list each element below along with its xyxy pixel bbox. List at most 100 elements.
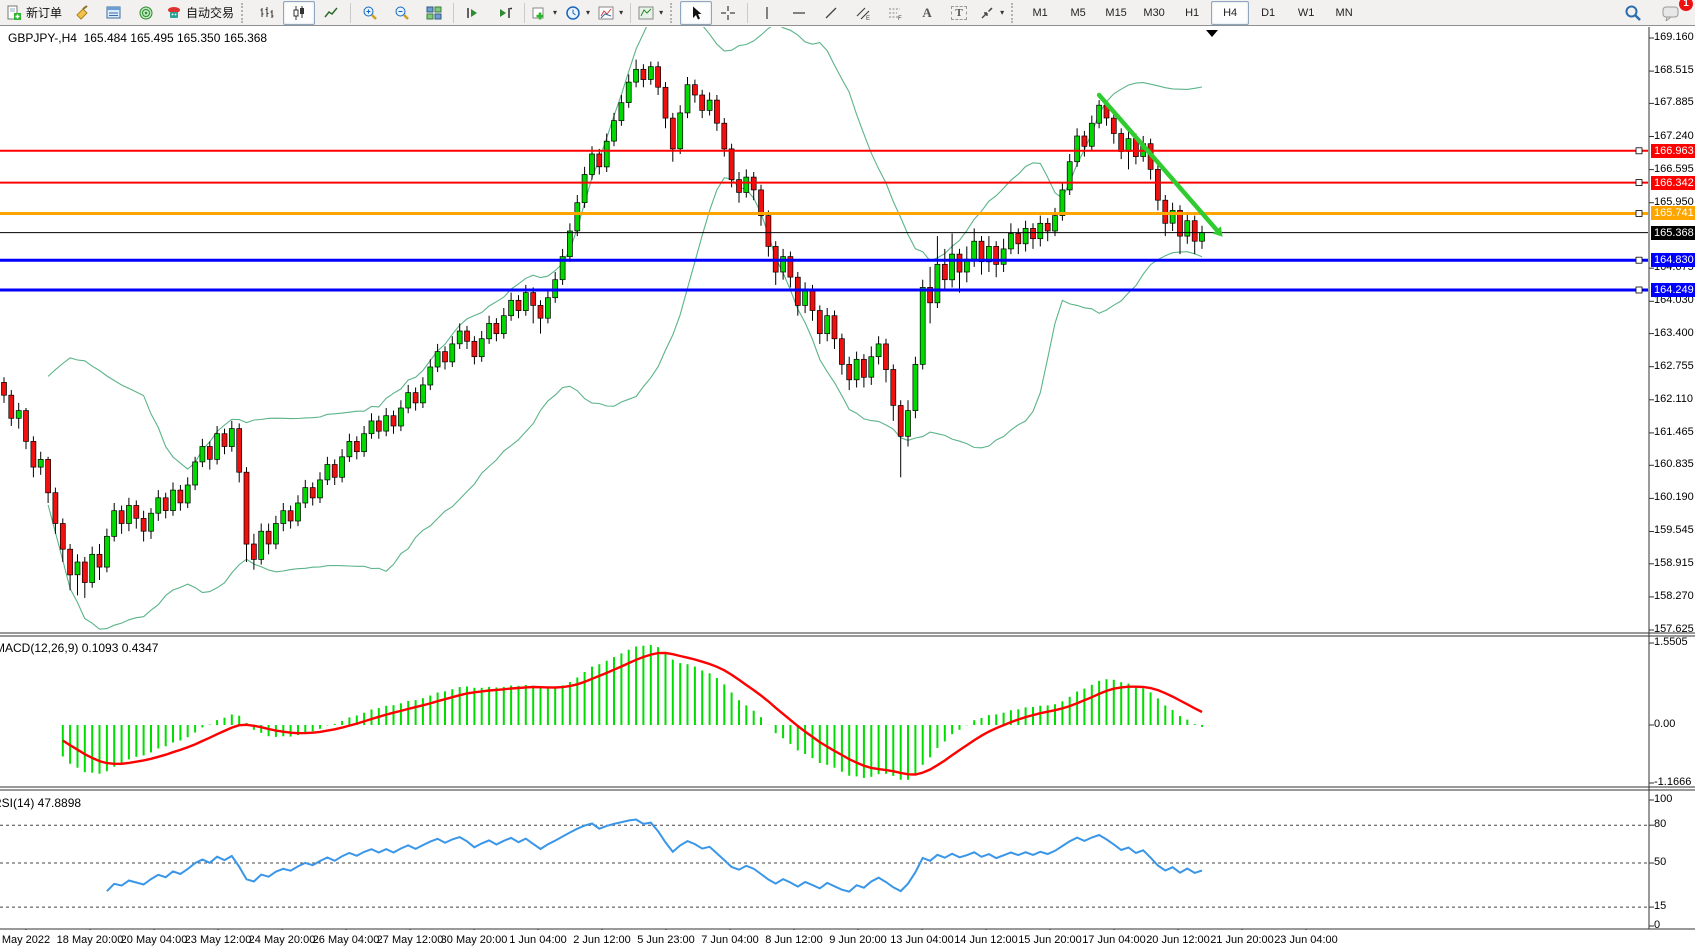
trendline-button[interactable] — [815, 1, 847, 25]
horizontal-line-button[interactable] — [783, 1, 815, 25]
tile-windows-button[interactable] — [418, 1, 450, 25]
autotrading-button[interactable]: 自动交易 — [162, 1, 238, 25]
time-axis-label: 23 Jun 04:00 — [1274, 934, 1338, 946]
time-axis-label: 17 Jun 04:00 — [1082, 934, 1146, 946]
periods-button[interactable]: ▾ — [561, 1, 594, 25]
radar-icon — [138, 5, 154, 21]
time-axis-label: 26 May 04:00 — [313, 934, 380, 946]
arrow-shapes-icon — [979, 5, 995, 21]
macd-indicator-label: MACD(12,26,9) 0.1093 0.4347 — [0, 641, 158, 655]
time-axis-label: 2 Jun 12:00 — [573, 934, 631, 946]
add-indicator-icon — [532, 5, 548, 21]
timeframe-h4-button[interactable]: H4 — [1211, 1, 1249, 25]
chevron-down-icon: ▾ — [553, 8, 557, 17]
chart-plot[interactable] — [0, 27, 1695, 947]
horizontal-line-icon — [791, 5, 807, 21]
candlestick-chart-button[interactable] — [283, 1, 315, 25]
notifications-button[interactable]: 1 — [1655, 1, 1687, 25]
toolbar-separator — [630, 3, 631, 23]
toolbar: 新订单 自动交易 ▾ ▾ — [0, 0, 1695, 26]
price-tick-label: 160.835 — [1654, 458, 1694, 470]
new-order-label: 新订单 — [26, 4, 62, 21]
hline-price-label: 164.249 — [1651, 283, 1695, 297]
timeframe-h1-button[interactable]: H1 — [1173, 1, 1211, 25]
zoom-out-button[interactable] — [386, 1, 418, 25]
arrows-button[interactable]: ▾ — [975, 1, 1008, 25]
time-axis-label: 7 Jun 04:00 — [701, 934, 759, 946]
chart-shift-icon — [497, 5, 513, 21]
timeframe-m5-button[interactable]: M5 — [1059, 1, 1097, 25]
crosshair-icon — [720, 5, 736, 21]
quotes-button[interactable] — [66, 1, 98, 25]
crosshair-button[interactable] — [712, 1, 744, 25]
notification-badge: 1 — [1679, 0, 1693, 11]
rsi-scale-label: 100 — [1654, 793, 1672, 805]
macd-scale-label: -1.1666 — [1654, 776, 1691, 788]
time-axis-label: 18 May 20:00 — [57, 934, 124, 946]
text-button[interactable]: A — [911, 1, 943, 25]
price-tick-label: 162.110 — [1654, 393, 1693, 405]
search-button[interactable] — [1617, 1, 1649, 25]
price-tick-label: 157.625 — [1654, 623, 1694, 635]
vertical-line-button[interactable] — [751, 1, 783, 25]
new-order-button[interactable]: 新订单 — [2, 1, 66, 25]
candlestick-icon — [291, 5, 307, 21]
rsi-scale-label: 80 — [1654, 818, 1666, 830]
toolbar-separator — [350, 3, 351, 23]
rsi-scale-label: 15 — [1654, 900, 1666, 912]
price-tick-label: 158.915 — [1654, 557, 1694, 569]
autotrading-label: 自动交易 — [186, 4, 234, 21]
time-axis-label: 5 Jun 23:00 — [637, 934, 695, 946]
text-label-icon: T — [951, 6, 966, 20]
timeframe-m15-button[interactable]: M15 — [1097, 1, 1135, 25]
cursor-icon — [688, 5, 704, 21]
bar-chart-icon — [259, 5, 275, 21]
price-tick-label: 169.160 — [1654, 31, 1694, 43]
vertical-line-icon — [759, 5, 775, 21]
price-tick-label: 160.190 — [1654, 491, 1694, 503]
text-label-button[interactable]: T — [943, 1, 975, 25]
current-price-label: 165.368 — [1651, 226, 1695, 240]
price-tick-label: 167.240 — [1654, 130, 1694, 142]
fibonacci-icon: F — [887, 5, 903, 21]
fibo-letter: F — [898, 16, 902, 21]
chat-bubble-icon — [1662, 5, 1680, 21]
timeframe-m1-button[interactable]: M1 — [1021, 1, 1059, 25]
cursor-button[interactable] — [680, 1, 712, 25]
timeframe-w1-button[interactable]: W1 — [1287, 1, 1325, 25]
zoom-out-icon — [394, 5, 410, 21]
auto-scroll-icon — [465, 5, 481, 21]
time-axis-label: 24 May 20:00 — [249, 934, 316, 946]
time-axis-label: 23 May 12:00 — [185, 934, 252, 946]
bar-chart-button[interactable] — [251, 1, 283, 25]
template-icon — [598, 5, 614, 21]
toolbar-grip — [670, 3, 675, 23]
profile-chart-icon — [638, 5, 654, 21]
timeframe-mn-button[interactable]: MN — [1325, 1, 1363, 25]
toolbar-separator — [747, 3, 748, 23]
auto-scroll-button[interactable] — [457, 1, 489, 25]
templates-button[interactable]: ▾ — [594, 1, 627, 25]
price-tick-label: 163.400 — [1654, 327, 1694, 339]
channel-button[interactable]: E — [847, 1, 879, 25]
zoom-in-button[interactable] — [354, 1, 386, 25]
text-icon: A — [922, 5, 931, 21]
rsi-indicator-label: RSI(14) 47.8898 — [0, 796, 81, 810]
data-window-button[interactable] — [130, 1, 162, 25]
price-tick-label: 159.545 — [1654, 524, 1694, 536]
time-axis[interactable]: May 202218 May 20:0020 May 04:0023 May 1… — [0, 930, 1695, 947]
channel-icon: E — [855, 5, 871, 21]
profiles-button[interactable]: ▾ — [634, 1, 667, 25]
time-axis-label: 9 Jun 20:00 — [829, 934, 887, 946]
search-icon — [1624, 4, 1642, 22]
indicators-button[interactable]: ▾ — [528, 1, 561, 25]
market-watch-button[interactable] — [98, 1, 130, 25]
timeframe-m30-button[interactable]: M30 — [1135, 1, 1173, 25]
timeframe-d1-button[interactable]: D1 — [1249, 1, 1287, 25]
line-chart-icon — [323, 5, 339, 21]
chart-shift-button[interactable] — [489, 1, 521, 25]
zoom-in-icon — [362, 5, 378, 21]
time-axis-label: 13 Jun 04:00 — [890, 934, 954, 946]
fibonacci-button[interactable]: F — [879, 1, 911, 25]
line-chart-button[interactable] — [315, 1, 347, 25]
